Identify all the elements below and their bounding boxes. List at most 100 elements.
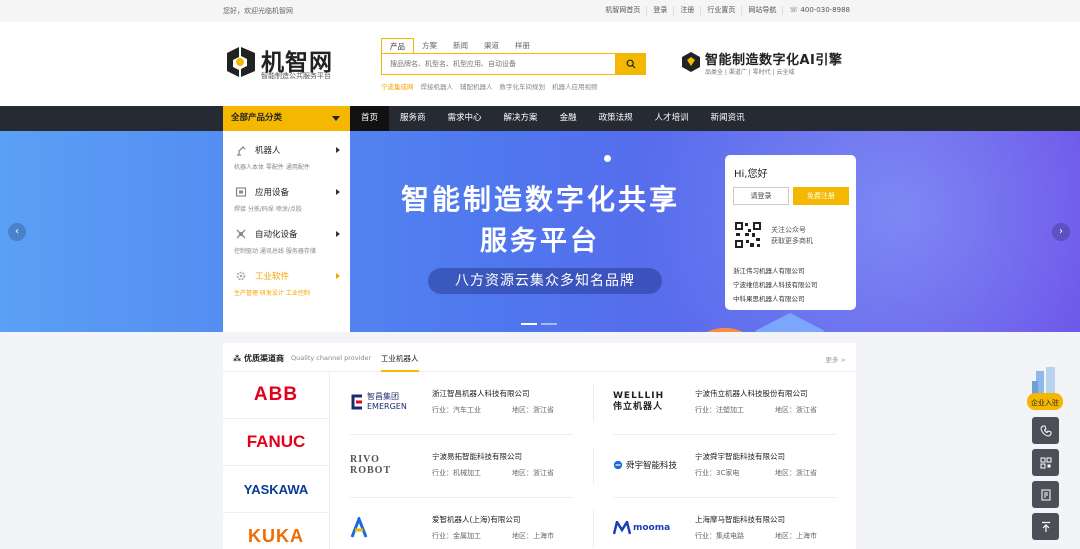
phone-button[interactable] (1032, 417, 1059, 444)
company-card[interactable]: WELLLIH 伟立机器人 宁波伟立机器人科技股份有限公司 行业：注塑加工 地区：… (593, 372, 856, 435)
search-input[interactable] (382, 54, 612, 74)
category-equipment[interactable]: 应用设备 焊接 分拣/码垛 喷涂/点胶 (223, 173, 350, 215)
back-to-top-button[interactable] (1032, 513, 1059, 540)
site-logo[interactable]: 机智网 智能制造公共服务平台 (223, 43, 353, 83)
search-tab-news[interactable]: 新闻 (445, 38, 476, 53)
gear-icon (236, 271, 246, 281)
company-logo: AI (350, 514, 414, 542)
company-card[interactable]: mooma 上海摩马智能科技有限公司 行业：集成电路 地区：上海市 (593, 498, 856, 549)
home-link[interactable]: 机智网首页 (599, 6, 648, 15)
qr-button[interactable] (1032, 449, 1059, 476)
hot-keyword[interactable]: 数字化车间规划 (500, 81, 546, 91)
tab-industrial-robot[interactable]: 工业机器人 (381, 353, 419, 372)
company-card[interactable]: AI 爱智机器人(上海)有限公司 行业：金属加工 地区：上海市 (330, 498, 593, 549)
caret-down-icon (332, 116, 340, 121)
carousel-dot[interactable] (541, 323, 557, 325)
category-robots[interactable]: 机器人 机器人本体 零配件 通用配件 (223, 131, 350, 173)
company-link[interactable]: 中科果思机器人有限公司 (733, 293, 805, 303)
brand-fanuc[interactable]: FANUC (223, 419, 329, 466)
hotline-number: 400-030-8988 (800, 6, 850, 14)
header-ad[interactable]: 智能制造数字化AI引擎 品类全 | 渠道广 | 零时代 | 云全域 (681, 49, 861, 85)
industry-link[interactable]: 行业置页 (701, 6, 743, 15)
brand-kuka[interactable]: KUKA (223, 513, 329, 549)
company-logo: 舜宇智能科技 (613, 451, 677, 479)
equipment-icon (235, 187, 247, 197)
mooma-logo-icon (613, 521, 631, 535)
brand-logo-abb: ABB (253, 384, 299, 405)
banner-prev-arrow[interactable]: ‹ (8, 223, 26, 241)
network-icon: ⁂ (233, 354, 242, 363)
register-link[interactable]: 注册 (674, 6, 702, 15)
hero-banner[interactable]: 智能制造数字化共享 服务平台 八方资源云集众多知名品牌 ‹ › (0, 131, 1080, 332)
ad-title: 智能制造数字化AI引擎 (705, 53, 843, 68)
company-logo: mooma (613, 514, 677, 542)
decorative-dot (604, 155, 611, 162)
robot-arm-icon (237, 146, 246, 156)
hot-keyword[interactable]: 辅配机器人 (460, 81, 493, 91)
nav-item-providers[interactable]: 服务商 (389, 106, 437, 131)
search-tab-product[interactable]: 产品 (381, 38, 414, 53)
hot-keyword[interactable]: 机器人应用视频 (552, 81, 598, 91)
nav-item-finance[interactable]: 金融 (549, 106, 588, 131)
login-button[interactable]: 请登录 (733, 187, 789, 205)
company-name: 宁波伟立机器人科技股份有限公司 (695, 389, 808, 398)
category-subitems[interactable]: 生产管理 研发设计 工业控制 (234, 288, 310, 297)
company-card[interactable]: 舜宇智能科技 宁波舜宇智能科技有限公司 行业：3C家电 地区：浙江省 (593, 435, 856, 498)
more-link[interactable]: 更多 > (825, 354, 846, 364)
company-card[interactable]: 智昌集团 EMERGEN 浙江智昌机器人科技有限公司 行业：汽车工业 地区：浙江省 (330, 372, 593, 435)
hot-keyword[interactable]: 焊接机器人 (421, 81, 454, 91)
banner-next-arrow[interactable]: › (1052, 223, 1070, 241)
login-card: Hi,您好 请登录 免费注册 关注公众号 获取更多商机 浙江伟习机器人有限公司 … (725, 155, 856, 310)
search-tab-solution[interactable]: 方案 (414, 38, 445, 53)
channel-title: ⁂ 优质渠道商 (233, 353, 284, 364)
site-nav-link[interactable]: 网站导航 (742, 6, 784, 15)
logo-slogan: 智能制造公共服务平台 (261, 72, 331, 80)
hot-keyword[interactable]: 宁波集成网 (381, 81, 414, 91)
nav-item-solutions[interactable]: 解决方案 (493, 106, 549, 131)
category-title: 机器人 (255, 146, 281, 156)
search-tab-channel[interactable]: 渠道 (476, 38, 507, 53)
sunyu-logo-icon (613, 460, 623, 470)
company-name: 上海摩马智能科技有限公司 (695, 515, 785, 524)
company-logo-text: 舜宇智能科技 (625, 461, 677, 471)
carousel-dot[interactable] (521, 323, 537, 325)
nav-item-news[interactable]: 新闻资讯 (700, 106, 756, 131)
brand-abb[interactable]: ABB (223, 372, 329, 419)
company-meta: 行业：集成电路 地区：上海市 (695, 531, 817, 541)
company-region: 地区：浙江省 (512, 469, 554, 477)
company-link[interactable]: 浙江伟习机器人有限公司 (733, 265, 805, 275)
category-subitems[interactable]: 控制驱动 通讯总线 服务器存储 (234, 246, 316, 255)
category-subitems[interactable]: 焊接 分拣/码垛 喷涂/点胶 (234, 204, 302, 213)
company-meta: 行业：汽车工业 地区：浙江省 (432, 405, 554, 415)
login-link[interactable]: 登录 (647, 6, 675, 15)
company-meta: 行业：金属加工 地区：上海市 (432, 531, 554, 541)
category-automation[interactable]: 自动化设备 控制驱动 通讯总线 服务器存储 (223, 215, 350, 257)
company-link[interactable]: 宁波维信机器人科技有限公司 (733, 279, 818, 289)
company-card[interactable]: RIVO ROBOT 宁波易拓智能科技有限公司 行业：机械加工 地区：浙江省 (330, 435, 593, 498)
company-logo-text: WELLLIH 伟立机器人 (613, 391, 665, 412)
company-logo: WELLLIH 伟立机器人 (613, 388, 677, 416)
company-logo-text: RIVO ROBOT (350, 454, 392, 476)
category-software[interactable]: 工业软件 生产管理 研发设计 工业控制 (223, 257, 350, 299)
register-button[interactable]: 免费注册 (793, 187, 849, 205)
brand-yaskawa[interactable]: YASKAWA (223, 466, 329, 513)
category-subitems[interactable]: 机器人本体 零配件 通用配件 (234, 162, 310, 171)
nav-item-policy[interactable]: 政策法规 (588, 106, 644, 131)
hot-keywords: 宁波集成网 焊接机器人 辅配机器人 数字化车间规划 机器人应用视频 (381, 81, 646, 91)
company-region: 地区：上海市 (512, 532, 554, 540)
nav-item-home[interactable]: 首页 (350, 106, 390, 131)
search-area: 产品 方案 新闻 渠道 样册 宁波集成网 焊接机器人 辅配机器人 数字化车间规划… (381, 38, 646, 91)
feedback-button[interactable] (1032, 481, 1059, 508)
company-region: 地区：上海市 (775, 532, 817, 540)
search-tab-catalog[interactable]: 样册 (507, 38, 538, 53)
chevron-right-icon: › (1059, 226, 1063, 237)
nav-item-training[interactable]: 人才培训 (644, 106, 700, 131)
emergen-logo-icon (351, 394, 362, 410)
all-categories-button[interactable]: 全部产品分类 (223, 106, 350, 131)
top-links: 机智网首页 登录 注册 行业置页 网站导航 ☏ 400-030-8988 (599, 6, 856, 15)
nav-item-demand[interactable]: 需求中心 (437, 106, 493, 131)
search-button[interactable] (615, 53, 646, 75)
chevron-right-icon (336, 147, 340, 153)
welcome-text: 您好，欢迎光临机智网 (223, 7, 293, 15)
enterprise-join-button[interactable]: 企业入驻 (1026, 365, 1064, 412)
